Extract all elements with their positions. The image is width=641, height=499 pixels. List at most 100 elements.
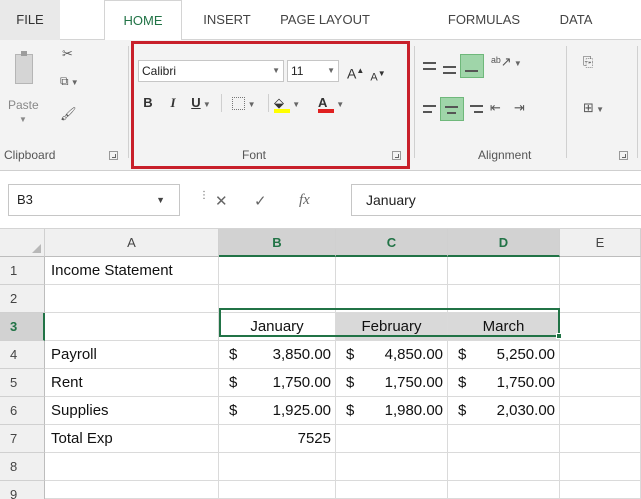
cell-a6[interactable]: Supplies	[45, 397, 219, 425]
row-header-2[interactable]: 2	[0, 285, 45, 313]
center-align-icon[interactable]	[440, 97, 464, 121]
cell-c1[interactable]	[336, 257, 448, 285]
row-header-3[interactable]: 3	[0, 313, 45, 341]
column-header-b[interactable]: B	[219, 229, 336, 257]
tab-data[interactable]: DATA	[548, 0, 604, 40]
cell-c9[interactable]	[336, 481, 448, 499]
select-all-icon[interactable]	[0, 229, 45, 257]
top-align-icon[interactable]	[423, 62, 436, 64]
row-header-9[interactable]: 9	[0, 481, 45, 499]
tab-home[interactable]: HOME	[104, 0, 182, 41]
cell-c8[interactable]	[336, 453, 448, 481]
underline-button[interactable]: U ▼	[188, 92, 214, 114]
cell-d4[interactable]: $5,250.00	[448, 341, 560, 369]
cell-d5[interactable]: $1,750.00	[448, 369, 560, 397]
name-box[interactable]: B3 ▼	[8, 184, 180, 216]
cell-c6[interactable]: $1,980.00	[336, 397, 448, 425]
increase-font-size-button[interactable]: A▲	[347, 60, 364, 82]
enter-icon[interactable]: ✓	[254, 192, 267, 210]
cell-e3[interactable]	[560, 313, 641, 341]
cell-b7[interactable]: 7525	[219, 425, 336, 453]
wrap-text-icon[interactable]: ⎘	[583, 54, 593, 70]
font-color-button[interactable]: A ▼	[318, 92, 354, 114]
paste-button[interactable]: Paste	[8, 98, 39, 112]
row-header-8[interactable]: 8	[0, 453, 45, 481]
column-header-e[interactable]: E	[560, 229, 641, 257]
align-left-icon[interactable]	[423, 105, 436, 107]
merge-center-icon[interactable]: ⊞ ▼	[583, 100, 604, 116]
cell-d9[interactable]	[448, 481, 560, 499]
column-header-d[interactable]: D	[448, 229, 560, 257]
chevron-down-icon[interactable]: ▼	[327, 61, 335, 81]
formula-input[interactable]: January	[351, 184, 641, 216]
chevron-down-icon[interactable]: ▼	[272, 61, 280, 81]
row-header-7[interactable]: 7	[0, 425, 45, 453]
row-header-4[interactable]: 4	[0, 341, 45, 369]
tab-formulas[interactable]: FORMULAS	[440, 0, 528, 40]
cell-d8[interactable]	[448, 453, 560, 481]
cell-a4[interactable]: Payroll	[45, 341, 219, 369]
borders-button[interactable]: ▼	[226, 92, 262, 114]
format-painter-icon[interactable]: 🖌	[60, 106, 77, 122]
cell-e4[interactable]	[560, 341, 641, 369]
column-header-a[interactable]: A	[45, 229, 219, 257]
row-header-1[interactable]: 1	[0, 257, 45, 285]
cell-e5[interactable]	[560, 369, 641, 397]
tab-page-layout[interactable]: PAGE LAYOUT	[271, 0, 379, 40]
orientation-icon[interactable]: ᵃᵇ↗ ▼	[491, 54, 522, 70]
cell-b5[interactable]: $1,750.00	[219, 369, 336, 397]
cell-b6[interactable]: $1,925.00	[219, 397, 336, 425]
font-size-dropdown[interactable]: 11 ▼	[287, 60, 339, 82]
cell-d1[interactable]	[448, 257, 560, 285]
cell-b9[interactable]	[219, 481, 336, 499]
cell-d2[interactable]	[448, 285, 560, 313]
cell-e2[interactable]	[560, 285, 641, 313]
cell-a8[interactable]	[45, 453, 219, 481]
chevron-down-icon[interactable]: ▼	[156, 185, 165, 215]
font-name-dropdown[interactable]: Calibri ▼	[138, 60, 284, 82]
cell-e8[interactable]	[560, 453, 641, 481]
cell-b4[interactable]: $3,850.00	[219, 341, 336, 369]
cell-a9[interactable]	[45, 481, 219, 499]
cell-a2[interactable]	[45, 285, 219, 313]
clipboard-launcher-icon[interactable]	[109, 151, 118, 160]
decrease-font-size-button[interactable]: A▼	[370, 63, 386, 85]
cell-b3[interactable]: January	[219, 313, 336, 341]
cell-a1[interactable]: Income Statement	[45, 257, 219, 285]
cell-e7[interactable]	[560, 425, 641, 453]
row-header-6[interactable]: 6	[0, 397, 45, 425]
italic-button[interactable]: I	[165, 92, 181, 114]
fill-color-button[interactable]: ⬙ ▼	[274, 92, 310, 114]
cell-d7[interactable]	[448, 425, 560, 453]
cell-d6[interactable]: $2,030.00	[448, 397, 560, 425]
cell-c5[interactable]: $1,750.00	[336, 369, 448, 397]
cancel-icon[interactable]: ✕	[215, 192, 228, 210]
cell-c2[interactable]	[336, 285, 448, 313]
bold-button[interactable]: B	[140, 92, 156, 114]
cell-c4[interactable]: $4,850.00	[336, 341, 448, 369]
cell-a5[interactable]: Rent	[45, 369, 219, 397]
bottom-align-icon[interactable]	[460, 54, 484, 78]
decrease-indent-icon[interactable]: ⇤	[490, 100, 501, 116]
copy-icon[interactable]: ⧉ ▼	[60, 74, 79, 89]
paste-icon[interactable]	[11, 51, 37, 86]
cell-b1[interactable]	[219, 257, 336, 285]
middle-align-icon[interactable]	[443, 66, 456, 68]
increase-indent-icon[interactable]: ⇥	[514, 100, 525, 116]
cell-e6[interactable]	[560, 397, 641, 425]
paste-dropdown-icon[interactable]: ▼	[19, 115, 27, 124]
column-header-c[interactable]: C	[336, 229, 448, 257]
cell-b8[interactable]	[219, 453, 336, 481]
cell-e9[interactable]	[560, 481, 641, 499]
cell-c3[interactable]: February	[336, 313, 448, 341]
alignment-launcher-icon[interactable]	[619, 151, 628, 160]
cell-a7[interactable]: Total Exp	[45, 425, 219, 453]
cell-a3[interactable]	[45, 313, 219, 341]
tab-insert[interactable]: INSERT	[190, 0, 264, 40]
tab-file[interactable]: FILE	[0, 0, 60, 40]
fill-handle[interactable]	[556, 333, 562, 339]
cell-c7[interactable]	[336, 425, 448, 453]
insert-function-icon[interactable]: fx	[299, 192, 310, 209]
cell-d3[interactable]: March	[448, 313, 560, 341]
cut-icon[interactable]: ✂	[62, 46, 73, 62]
